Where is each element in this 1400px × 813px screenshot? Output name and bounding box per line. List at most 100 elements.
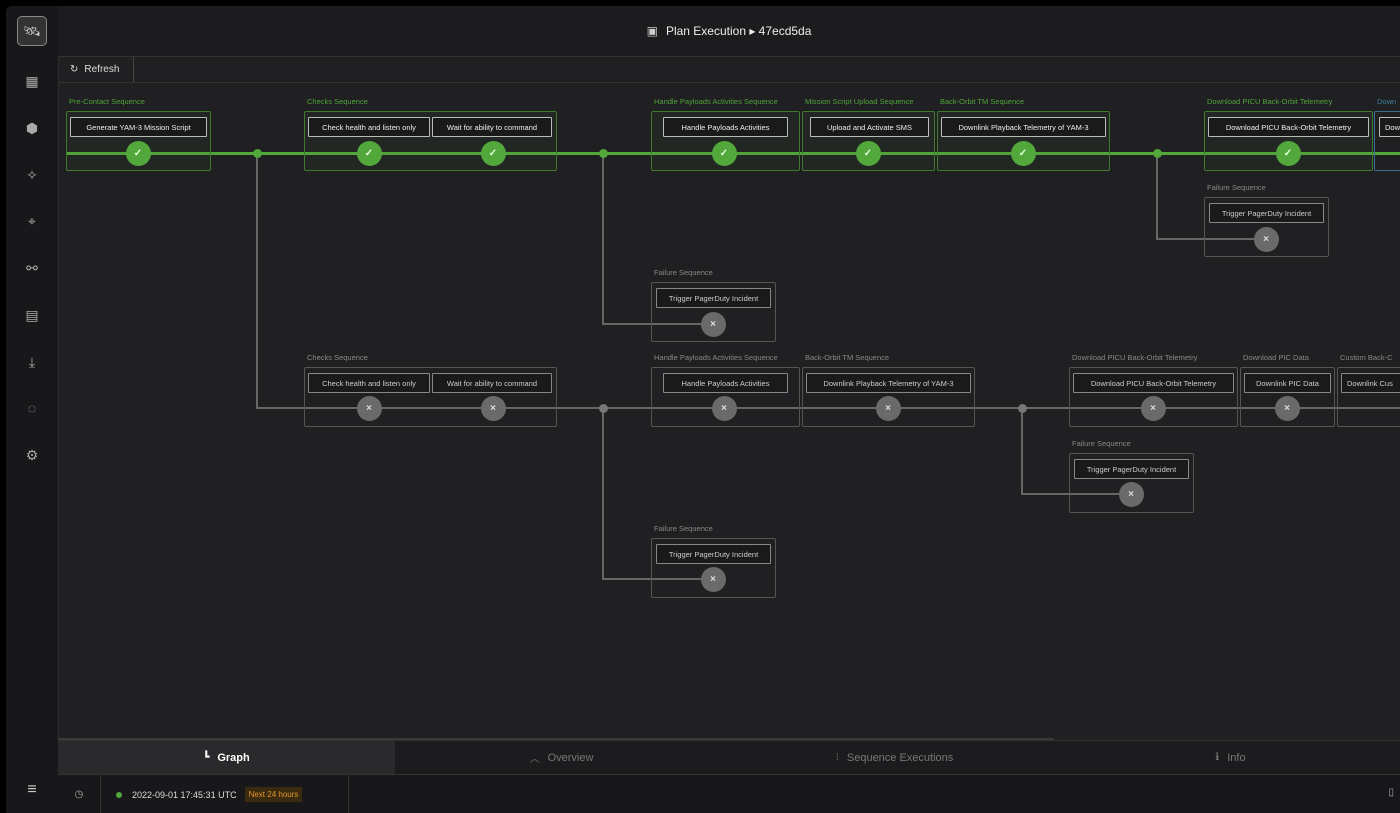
toolbar: ↻ Refresh <box>58 57 1400 83</box>
task-box[interactable]: Wait for ability to command <box>432 373 552 393</box>
antenna-icon[interactable]: ⌖ <box>6 209 58 233</box>
range-badge[interactable]: Next 24 hours <box>244 787 303 802</box>
junction-dot <box>598 148 608 158</box>
task-box[interactable]: Handle Payloads Activities <box>663 373 788 393</box>
task-box[interactable]: Trigger PagerDuty Incident <box>1074 459 1189 479</box>
group-label: Download PIC Data <box>1243 353 1309 362</box>
group-label: Checks Sequence <box>307 353 368 362</box>
pending-node[interactable]: × <box>1118 481 1144 507</box>
pending-node[interactable]: × <box>356 395 382 421</box>
junction-dot <box>252 148 262 158</box>
success-node[interactable]: ✓ <box>480 140 506 166</box>
task-box[interactable]: Downlink Cus <box>1341 373 1400 393</box>
task-box[interactable]: Trigger PagerDuty Incident <box>1209 203 1324 223</box>
success-node[interactable]: ✓ <box>356 140 382 166</box>
task-box[interactable]: Upload and Activate SMS <box>810 117 929 137</box>
success-node[interactable]: ✓ <box>1275 140 1301 166</box>
tab-label: Graph <box>217 751 250 764</box>
tab-label: Overview <box>547 751 594 764</box>
task-box[interactable]: Downlink PIC Data <box>1244 373 1331 393</box>
task-box[interactable]: Download PICU Back-Orbit Telemetry <box>1208 117 1369 137</box>
satellite-icon[interactable]: ✧ <box>6 163 58 187</box>
settings-icon[interactable]: ⚙ <box>6 443 58 467</box>
execution-graph[interactable]: Pre-Contact Sequence Generate YAM-3 Miss… <box>58 83 1400 740</box>
group-label: Mission Script Upload Sequence <box>805 97 914 106</box>
calendar-icon: ▣ <box>646 24 658 38</box>
failure-branch-line <box>1156 154 1158 240</box>
group-label: Handle Payloads Activities Sequence <box>654 353 778 362</box>
refresh-label: Refresh <box>84 64 120 75</box>
task-box[interactable]: Check health and listen only <box>308 117 430 137</box>
chevron-up-icon: ︿ <box>529 754 540 765</box>
tab-label: Info <box>1227 751 1246 764</box>
failure-branch-line <box>602 409 604 580</box>
group-label: Checks Sequence <box>307 97 368 106</box>
tab-sequence-executions[interactable]: ⁝ Sequence Executions <box>728 741 1061 774</box>
branch-line <box>256 154 258 409</box>
failure-label: Failure Sequence <box>1072 439 1131 448</box>
group-label: Download PICU Back-Orbit Telemetry <box>1072 353 1198 362</box>
list-icon: ⁝ <box>835 752 839 763</box>
refresh-icon: ↻ <box>70 64 79 75</box>
pending-node[interactable]: × <box>711 395 737 421</box>
task-box[interactable]: Dow <box>1379 117 1400 137</box>
bottom-tabs: ┗ Graph ︿ Overview ⁝ Sequence Executions… <box>58 738 1400 774</box>
download-icon[interactable]: ⤓ <box>6 350 58 374</box>
failure-branch-line <box>1021 409 1023 495</box>
satellite-logo-icon[interactable]: 🛰 <box>17 16 47 46</box>
graph-icon: ┗ <box>203 752 210 763</box>
pending-node[interactable]: × <box>1253 226 1279 252</box>
failure-label: Failure Sequence <box>654 268 713 277</box>
time-selector[interactable]: 2022-09-01 17:45:31 UTC Next 24 hours <box>100 775 349 813</box>
clipboard-icon[interactable]: ▯ <box>1388 787 1394 798</box>
task-box[interactable]: Downlink Playback Telemetry of YAM-3 <box>941 117 1106 137</box>
group-label: Download PICU Back-Orbit Telemetry <box>1207 97 1333 106</box>
cube-icon[interactable]: ⬢ <box>6 116 58 140</box>
pending-node[interactable]: × <box>480 395 506 421</box>
pending-node[interactable]: × <box>1140 395 1166 421</box>
task-box[interactable]: Trigger PagerDuty Incident <box>656 288 771 308</box>
refresh-button[interactable]: ↻ Refresh <box>58 57 134 82</box>
task-box[interactable]: Handle Payloads Activities <box>663 117 788 137</box>
tab-graph[interactable]: ┗ Graph <box>58 741 395 774</box>
junction-dot <box>598 403 608 413</box>
success-node[interactable]: ✓ <box>1010 140 1036 166</box>
tab-overview[interactable]: ︿ Overview <box>395 741 728 774</box>
loading-icon[interactable]: ◌ <box>6 396 58 420</box>
pending-node[interactable]: × <box>700 566 726 592</box>
calendar-icon[interactable]: ▤ <box>6 303 58 327</box>
tab-label: Sequence Executions <box>846 751 954 764</box>
group-label: Pre-Contact Sequence <box>69 97 145 106</box>
failure-branch-line <box>602 154 604 324</box>
app-window: 🛰 ▦ ⬢ ✧ ⌖ ⚯ ▤ ⤓ ◌ ⚙ ≡ ▣ Plan Execution ▸… <box>6 6 1400 813</box>
clock-icon[interactable]: ◷ <box>58 775 101 813</box>
success-node[interactable]: ✓ <box>125 140 151 166</box>
tab-info[interactable]: ℹ Info <box>1061 741 1400 774</box>
pending-node[interactable]: × <box>1274 395 1300 421</box>
failure-label: Failure Sequence <box>1207 183 1266 192</box>
task-box[interactable]: Trigger PagerDuty Incident <box>656 544 771 564</box>
group-label: Back-Orbit TM Sequence <box>805 353 890 362</box>
junction-dot <box>1152 148 1162 158</box>
title-bar: ▣ Plan Execution ▸ 47ecd5da <box>58 6 1400 57</box>
info-icon: ℹ <box>1215 752 1220 763</box>
task-box[interactable]: Check health and listen only <box>308 373 430 393</box>
success-node[interactable]: ✓ <box>711 140 737 166</box>
group-label: Handle Payloads Activities Sequence <box>654 97 778 106</box>
group-label: Back-Orbit TM Sequence <box>940 97 1025 106</box>
task-box[interactable]: Downlink Playback Telemetry of YAM-3 <box>806 373 971 393</box>
group-label: Custom Back-C <box>1340 353 1393 362</box>
tab-indicator <box>58 738 1054 740</box>
failure-label: Failure Sequence <box>654 524 713 533</box>
task-box[interactable]: Wait for ability to command <box>432 117 552 137</box>
network-icon[interactable]: ⚯ <box>6 256 58 280</box>
task-box[interactable]: Download PICU Back-Orbit Telemetry <box>1073 373 1234 393</box>
pending-node[interactable]: × <box>875 395 901 421</box>
success-node[interactable]: ✓ <box>855 140 881 166</box>
status-bar: ◷ 2022-09-01 17:45:31 UTC Next 24 hours … <box>58 774 1400 813</box>
task-box[interactable]: Generate YAM-3 Mission Script <box>70 117 207 137</box>
online-indicator <box>116 791 122 798</box>
menu-icon[interactable]: ≡ <box>6 778 58 802</box>
dashboard-icon[interactable]: ▦ <box>6 69 58 93</box>
pending-node[interactable]: × <box>700 311 726 337</box>
